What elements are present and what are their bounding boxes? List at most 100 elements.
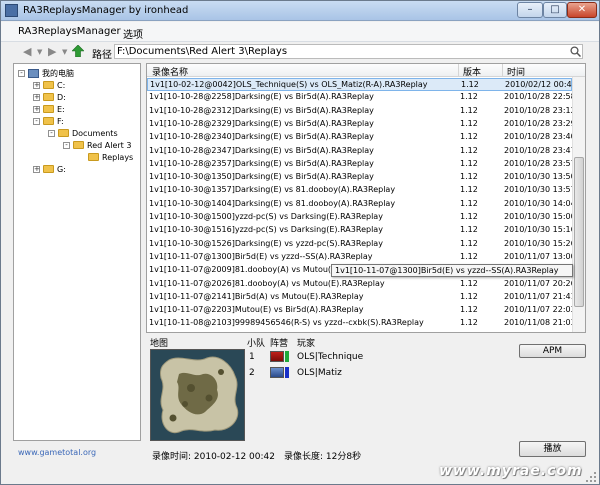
table-row[interactable]: 1v1[10-10-28@2340]Darksing(E) vs Bir5d(A… (147, 131, 574, 144)
computer-icon (28, 68, 39, 78)
minimize-button[interactable]: – (517, 2, 543, 18)
tree-node-label: F: (57, 116, 64, 126)
search-icon[interactable] (570, 46, 581, 57)
map-preview (150, 349, 245, 441)
tree-node-documents[interactable]: - Documents (48, 127, 118, 139)
tree-node-replays[interactable]: Replays (88, 151, 133, 163)
table-row[interactable]: 1v1[10-11-07@2203]Mutou(E) vs Bir5d(A).R… (147, 304, 574, 317)
row-version: 1.12 (460, 212, 478, 221)
row-time: 2010/02/12 00:42 (505, 80, 575, 89)
table-row[interactable]: 1v1[10-10-28@2312]Darksing(E) vs Bir5d(A… (147, 105, 574, 118)
allied-icon (270, 367, 284, 378)
collapse-icon[interactable]: - (18, 69, 25, 77)
row-name: 1v1[10-10-28@2312]Darksing(E) vs Bir5d(A… (149, 105, 374, 115)
scroll-thumb[interactable] (574, 157, 584, 307)
list-header: 录像名称 版本 时间 (147, 64, 585, 78)
table-row[interactable]: 1v1[10-10-30@1350]Darksing(E) vs Bir5d(A… (147, 171, 574, 184)
list-scrollbar[interactable] (572, 77, 585, 332)
row-name: 1v1[10-10-30@1516]yzzd-pc(S) vs Darksing… (149, 225, 383, 235)
expand-icon[interactable]: + (33, 81, 40, 89)
row-name: 1v1[10-10-30@1526]Darksing(E) vs yzzd-pc… (149, 238, 383, 248)
row-version: 1.12 (460, 118, 478, 128)
tree-node-drive-f[interactable]: - F: (33, 115, 64, 127)
menu-app[interactable]: RA3ReplaysManager (18, 26, 121, 37)
row-name: 1v1[10-11-07@2203]Mutou(E) vs Bir5d(A).R… (149, 305, 364, 315)
collapse-icon[interactable]: - (48, 129, 55, 137)
back-arrow-icon[interactable]: ◀ (23, 45, 31, 58)
collapse-icon[interactable]: - (63, 141, 70, 149)
tree-node-label: Documents (72, 128, 118, 138)
table-row[interactable]: 1v1[10-11-08@2103]99989456546(R-S) vs yz… (147, 317, 574, 330)
row-version: 1.12 (460, 145, 478, 155)
resize-grip-icon[interactable] (585, 471, 597, 483)
tree-node-label: C: (57, 80, 66, 90)
replay-list[interactable]: 录像名称 版本 时间 1v1[10-02-12@0042]OLS_Techniq… (146, 63, 586, 333)
row-name: 1v1[10-11-07@2141]Bir5d(A) vs Mutou(E).R… (149, 291, 364, 301)
expand-icon[interactable]: + (33, 105, 40, 113)
row-version: 1.12 (460, 291, 478, 301)
folder-icon (43, 93, 54, 101)
table-row[interactable]: 1v1[10-10-30@1526]Darksing(E) vs yzzd-pc… (147, 238, 574, 251)
tree-node-drive-d[interactable]: + D: (33, 91, 66, 103)
row-time: 2010/10/30 13:57 (504, 185, 574, 195)
map-terrain-image (151, 350, 244, 440)
column-header-name[interactable]: 录像名称 (152, 65, 188, 78)
table-row[interactable]: 1v1[10-10-28@2357]Darksing(E) vs Bir5d(A… (147, 158, 574, 171)
path-input[interactable]: F:\Documents\Red Alert 3\Replays (114, 44, 583, 59)
table-row[interactable]: 1v1[10-10-30@1357]Darksing(E) vs 81.doob… (147, 184, 574, 197)
folder-tree[interactable]: - 我的电脑 + C: + D: + E: - F: - Documents -… (13, 63, 141, 441)
back-dropdown-icon[interactable]: ▼ (37, 48, 42, 56)
table-row[interactable]: 1v1[10-11-07@2026]81.dooboy(A) vs Mutou(… (147, 278, 574, 291)
row-time: 2010/10/30 15:00 (504, 212, 574, 221)
row-name: 1v1[10-10-30@1500]yzzd-pc(S) vs Darksing… (149, 212, 383, 221)
table-row[interactable]: 1v1[10-10-28@2329]Darksing(E) vs Bir5d(A… (147, 118, 574, 131)
folder-icon (43, 117, 54, 125)
maximize-button[interactable]: □ (543, 2, 567, 18)
row-version: 1.12 (460, 318, 478, 328)
column-header-time[interactable]: 时间 (507, 65, 525, 78)
collapse-icon[interactable]: - (33, 117, 40, 125)
expand-icon[interactable]: + (33, 93, 40, 101)
close-button[interactable]: ✕ (567, 2, 597, 18)
play-button[interactable]: 播放 (519, 441, 586, 457)
tree-node-drive-e[interactable]: + E: (33, 103, 65, 115)
tree-node-label: Replays (102, 152, 134, 162)
tree-node-label: E: (57, 104, 65, 114)
site-link[interactable]: www.gametotal.org (18, 448, 96, 457)
row-time: 2010/10/28 22:58 (504, 92, 574, 102)
row-time: 2010/10/30 14:04 (504, 198, 574, 208)
menu-bar: RA3ReplaysManager 选项 (1, 22, 599, 42)
tree-node-drive-c[interactable]: + C: (33, 79, 65, 91)
filename-tooltip: 1v1[10-11-07@1300]Bir5d(E) vs yzzd--SS(A… (331, 264, 573, 277)
tree-node-label: G: (57, 164, 66, 174)
table-row[interactable]: 1v1[10-10-28@2347]Darksing(E) vs Bir5d(A… (147, 145, 574, 158)
row-time: 2010/11/07 13:00 (504, 251, 574, 261)
row-version: 1.12 (460, 251, 478, 261)
column-header-version[interactable]: 版本 (463, 65, 481, 78)
tree-node-computer[interactable]: - 我的电脑 (18, 67, 74, 79)
table-row[interactable]: 1v1[10-02-12@0042]OLS_Technique(S) vs OL… (147, 78, 575, 91)
menu-options[interactable]: 选项 (123, 26, 143, 41)
player-team: 1 (249, 352, 255, 362)
tree-node-red-alert-3[interactable]: - Red Alert 3 (63, 139, 131, 151)
team-label: 小队 (247, 339, 266, 349)
table-row[interactable]: 1v1[10-11-07@1300]Bir5d(E) vs yzzd--SS(A… (147, 251, 574, 264)
replay-time-text: 录像时间: 2010-02-12 00:42 (152, 452, 275, 462)
tree-node-drive-g[interactable]: + G: (33, 163, 66, 175)
forward-dropdown-icon[interactable]: ▼ (62, 48, 67, 56)
forward-arrow-icon[interactable]: ▶ (48, 45, 56, 58)
app-window: RA3ReplaysManager by ironhead – □ ✕ RA3R… (0, 0, 600, 485)
table-row[interactable]: 1v1[10-10-30@1516]yzzd-pc(S) vs Darksing… (147, 224, 574, 237)
player-color-swatch (285, 351, 289, 362)
table-row[interactable]: 1v1[10-11-07@2141]Bir5d(A) vs Mutou(E).R… (147, 291, 574, 304)
tree-node-label: Red Alert 3 (87, 140, 132, 150)
row-version: 1.12 (460, 105, 478, 115)
player-color-swatch (285, 367, 289, 378)
table-row[interactable]: 1v1[10-10-30@1404]Darksing(E) vs 81.doob… (147, 198, 574, 211)
up-arrow-icon[interactable] (72, 45, 84, 57)
table-row[interactable]: 1v1[10-10-30@1500]yzzd-pc(S) vs Darksing… (147, 211, 574, 224)
apm-button[interactable]: APM (519, 344, 586, 358)
table-row[interactable]: 1v1[10-10-28@2258]Darksing(E) vs Bir5d(A… (147, 91, 574, 104)
expand-icon[interactable]: + (33, 165, 40, 173)
title-bar[interactable]: RA3ReplaysManager by ironhead – □ ✕ (1, 1, 599, 21)
